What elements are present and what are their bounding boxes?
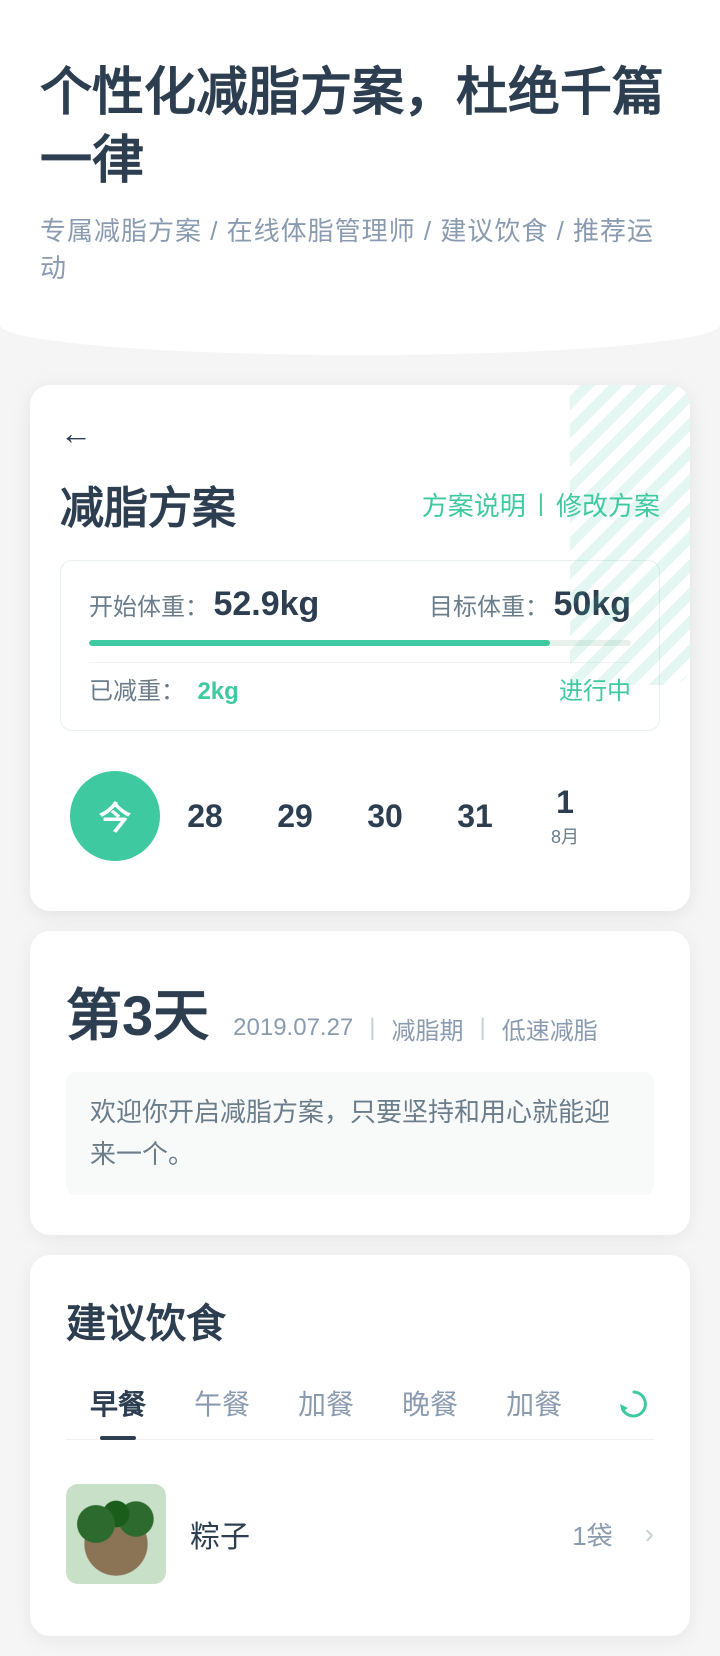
date-item-0[interactable]: 今 [70, 771, 160, 861]
main-title: 个性化减脂方案，杜绝千篇一律 [40, 60, 680, 195]
weight-progress-fill [89, 640, 550, 646]
meta-divider2: | [480, 1014, 486, 1042]
day-section: 第3天 2019.07.27 | 减脂期 | 低速减脂 欢迎你开启减脂方案，只要… [30, 931, 690, 1235]
diet-section: 建议饮食 早餐午餐加餐晚餐加餐 粽子 1袋 › [30, 1255, 690, 1636]
food-item[interactable]: 粽子 1袋 › [66, 1468, 654, 1600]
meal-tab-3[interactable]: 晚餐 [378, 1373, 482, 1439]
start-weight-value: 52.9kg [213, 585, 319, 623]
meta-divider1: | [369, 1014, 375, 1042]
weight-status-row: 已减重： 2kg 进行中 [89, 662, 631, 706]
food-arrow-icon: › [645, 1518, 654, 1550]
date-item-5[interactable]: 18月 [520, 771, 610, 861]
date-item-4[interactable]: 31 [430, 771, 520, 861]
date-item-1[interactable]: 28 [160, 771, 250, 861]
weight-row: 开始体重： 52.9kg 目标体重： 50kg [89, 585, 631, 624]
reduced-value: 2kg [197, 678, 238, 705]
header-section: 个性化减脂方案，杜绝千篇一律 专属减脂方案 / 在线体脂管理师 / 建议饮食 /… [0, 0, 720, 325]
back-button[interactable]: ← [60, 415, 92, 452]
start-weight-label: 开始体重： [89, 594, 209, 621]
sub-title: 专属减脂方案 / 在线体脂管理师 / 建议饮食 / 推荐运动 [40, 211, 680, 285]
start-weight: 开始体重： 52.9kg [89, 585, 319, 624]
date-picker: 今2829303118月 [60, 751, 660, 881]
meal-refresh-button[interactable] [614, 1384, 654, 1429]
food-img-inner [66, 1484, 166, 1584]
day-number: 第3天 [66, 971, 209, 1052]
day-tag2: 低速减脂 [502, 1011, 598, 1046]
reduced-label: 已减重： [89, 678, 185, 705]
food-amount: 1袋 [572, 1516, 612, 1553]
diet-section-title: 建议饮食 [66, 1291, 654, 1349]
day-date: 2019.07.27 [233, 1014, 353, 1042]
day-header: 第3天 2019.07.27 | 减脂期 | 低速减脂 [66, 971, 654, 1052]
date-item-3[interactable]: 30 [340, 771, 430, 861]
meal-tabs: 早餐午餐加餐晚餐加餐 [66, 1373, 654, 1440]
food-name: 粽子 [190, 1512, 548, 1556]
date-item-2[interactable]: 29 [250, 771, 340, 861]
day-tag1: 减脂期 [392, 1011, 464, 1046]
food-image [66, 1484, 166, 1584]
weight-progress-bar [89, 640, 631, 646]
meal-tab-4[interactable]: 加餐 [482, 1373, 586, 1439]
refresh-icon [614, 1411, 654, 1428]
meal-tab-2[interactable]: 加餐 [274, 1373, 378, 1439]
meal-tab-1[interactable]: 午餐 [170, 1373, 274, 1439]
day-meta: 2019.07.27 | 减脂期 | 低速减脂 [233, 1011, 598, 1046]
main-card: ← 减脂方案 方案说明 | 修改方案 开始体重： 52.9kg 目标体重： 50… [30, 385, 690, 911]
action-divider: | [538, 490, 544, 518]
plan-description-link[interactable]: 方案说明 [422, 486, 526, 523]
meal-tab-0[interactable]: 早餐 [66, 1373, 170, 1439]
target-weight-label: 目标体重： [429, 594, 549, 621]
card-title: 减脂方案 [60, 472, 236, 536]
stripe-decoration [570, 385, 690, 685]
reduced-weight: 已减重： 2kg [89, 671, 239, 706]
day-description: 欢迎你开启减脂方案，只要坚持和用心就能迎来一个。 [66, 1072, 654, 1195]
